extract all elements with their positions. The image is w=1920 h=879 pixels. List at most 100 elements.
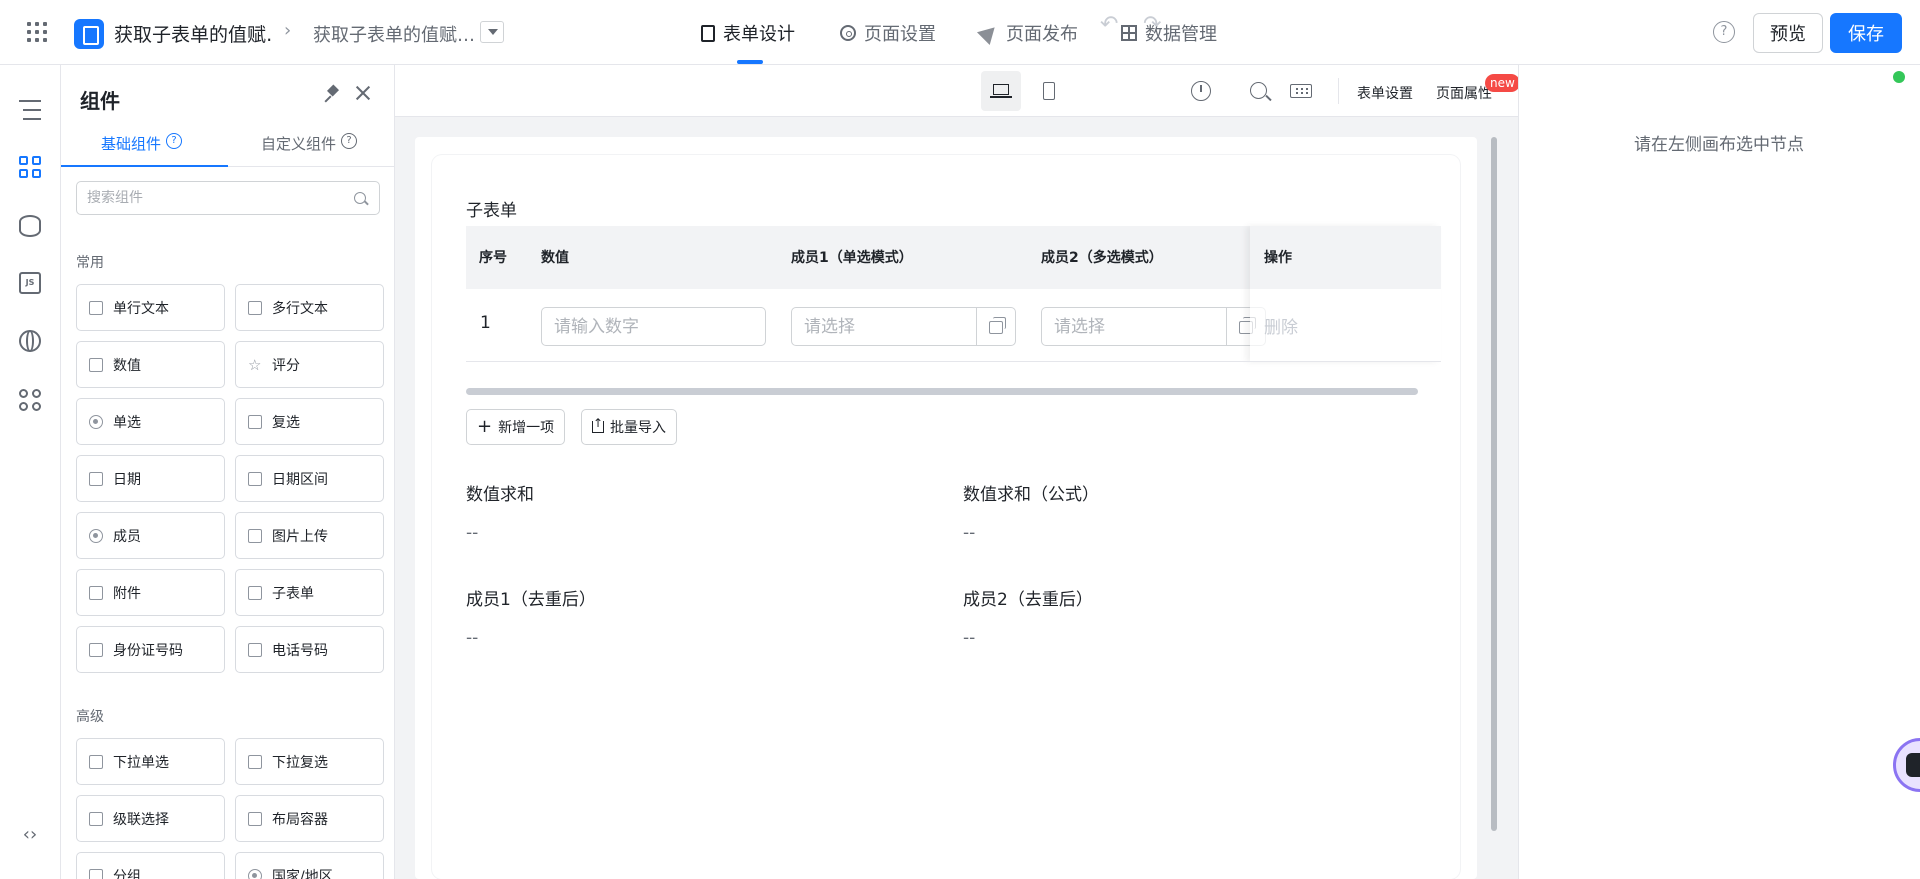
code-brackets-icon[interactable]: ‹›	[19, 824, 41, 846]
component-item[interactable]: 国家/地区	[235, 852, 384, 879]
search-input[interactable]	[76, 181, 380, 215]
components-grid-icon[interactable]	[19, 156, 41, 178]
batch-import-button[interactable]: 批量导入	[581, 409, 677, 445]
group-label-advanced: 高级	[76, 709, 104, 725]
page-title[interactable]: 获取子表单的值赋…	[313, 21, 473, 47]
component-item[interactable]: 数值	[76, 341, 225, 388]
laptop-icon	[990, 84, 1012, 98]
tab-label: 表单设计	[723, 24, 795, 45]
component-label: 复选	[272, 414, 300, 431]
component-item[interactable]: 身份证号码	[76, 626, 225, 673]
form-settings-button[interactable]: 表单设置	[1357, 83, 1413, 103]
help-icon[interactable]: ?	[1713, 21, 1735, 43]
tab-data-management[interactable]: 数据管理	[1121, 20, 1217, 46]
outline-tree-icon[interactable]	[19, 100, 41, 122]
component-item[interactable]: 子表单	[235, 569, 384, 616]
component-item[interactable]: 单行文本	[76, 284, 225, 331]
keyboard-icon[interactable]	[1290, 84, 1312, 98]
active-tab-indicator	[737, 60, 763, 64]
preview-button[interactable]: 预览	[1753, 13, 1823, 53]
vertical-scrollbar[interactable]	[1491, 137, 1497, 831]
canvas-area	[395, 65, 1518, 879]
component-item[interactable]: 级联选择	[76, 795, 225, 842]
tab-custom-components[interactable]: 自定义组件 ?	[261, 133, 358, 167]
chevron-right-icon: ›	[284, 20, 292, 41]
top-bar: 获取子表单的值赋… › 获取子表单的值赋… 表单设计 页面设置 页面发布 数据管…	[0, 0, 1920, 65]
button-label: 批量导入	[610, 420, 666, 436]
js-code-icon[interactable]: JS	[19, 272, 41, 294]
component-item[interactable]: 布局容器	[235, 795, 384, 842]
number-input[interactable]	[541, 307, 766, 346]
field-value: --	[466, 628, 479, 648]
page-dropdown-chevron-icon[interactable]	[480, 21, 504, 43]
tab-form-design[interactable]: 表单设计	[701, 20, 795, 46]
dropdown-icon	[89, 754, 103, 769]
globe-icon[interactable]	[19, 330, 41, 352]
delete-row-link[interactable]: 删除	[1264, 313, 1298, 338]
tab-label: 基础组件	[101, 135, 162, 153]
add-item-button[interactable]: + 新增一项	[466, 409, 566, 445]
search-icon[interactable]	[354, 192, 366, 204]
send-icon	[976, 20, 1002, 46]
help-icon[interactable]: ?	[166, 133, 183, 149]
redo-icon[interactable]: ↷	[1143, 14, 1161, 36]
horizontal-scrollbar[interactable]	[466, 388, 1418, 395]
tab-basic-components[interactable]: 基础组件 ?	[101, 133, 183, 167]
pin-icon[interactable]	[325, 85, 343, 103]
apps-plugin-icon[interactable]	[19, 389, 41, 411]
component-label: 多行文本	[272, 300, 328, 317]
component-item[interactable]: 电话号码	[235, 626, 384, 673]
component-item[interactable]: 多行文本	[235, 284, 384, 331]
component-label: 分组	[113, 868, 141, 879]
group-label-common: 常用	[76, 255, 104, 271]
field-value: --	[963, 628, 976, 648]
component-item[interactable]: ☆ 评分	[235, 341, 384, 388]
star-icon: ☆	[248, 355, 262, 374]
component-label: 下拉单选	[113, 754, 169, 771]
component-label: 级联选择	[113, 811, 169, 828]
component-label: 布局容器	[272, 811, 328, 828]
undo-icon[interactable]: ↶	[1100, 14, 1118, 36]
field-value: --	[963, 523, 976, 543]
field-value: --	[466, 523, 479, 543]
mobile-view-button[interactable]	[1029, 71, 1069, 111]
component-item[interactable]: 成员	[76, 512, 225, 559]
tab-page-publish[interactable]: 页面发布	[976, 20, 1078, 46]
apps-menu-icon[interactable]	[27, 22, 47, 42]
tab-page-settings[interactable]: 页面设置	[840, 20, 936, 46]
subform-icon	[248, 585, 262, 600]
component-item[interactable]: 日期区间	[235, 455, 384, 502]
number-icon	[89, 357, 103, 372]
field-label: 成员2（去重后）	[963, 590, 1093, 610]
component-item[interactable]: 附件	[76, 569, 225, 616]
document-icon	[701, 24, 715, 42]
history-clock-icon[interactable]	[1191, 81, 1211, 101]
component-item[interactable]: 日期	[76, 455, 225, 502]
datasource-icon[interactable]	[19, 215, 41, 237]
component-item[interactable]: 复选	[235, 398, 384, 445]
new-badge: new	[1485, 74, 1520, 92]
app-logo-icon[interactable]	[74, 19, 104, 49]
desktop-view-button[interactable]	[981, 71, 1021, 111]
field-label: 数值求和	[466, 485, 534, 505]
layout-container-icon	[248, 811, 262, 826]
page-properties-button[interactable]: 页面属性	[1436, 83, 1492, 103]
app-title[interactable]: 获取子表单的值赋…	[114, 20, 274, 47]
member-picker-icon[interactable]	[976, 307, 1016, 346]
column-header: 数值	[541, 250, 569, 266]
component-item[interactable]: 图片上传	[235, 512, 384, 559]
tab-label: 页面设置	[864, 24, 936, 45]
help-icon[interactable]: ?	[341, 133, 358, 149]
panel-title: 组件	[80, 89, 120, 113]
component-item[interactable]: 分组	[76, 852, 225, 879]
globe-icon	[248, 868, 262, 879]
search-icon[interactable]	[1250, 82, 1267, 99]
close-icon[interactable]	[353, 83, 373, 103]
panel-tabs: 基础组件 ? 自定义组件 ?	[61, 133, 394, 167]
save-button[interactable]: 保存	[1830, 13, 1902, 53]
component-item[interactable]: 下拉单选	[76, 738, 225, 785]
component-item[interactable]: 单选	[76, 398, 225, 445]
image-icon	[248, 528, 262, 543]
button-label: 新增一项	[498, 420, 555, 436]
component-item[interactable]: 下拉复选	[235, 738, 384, 785]
